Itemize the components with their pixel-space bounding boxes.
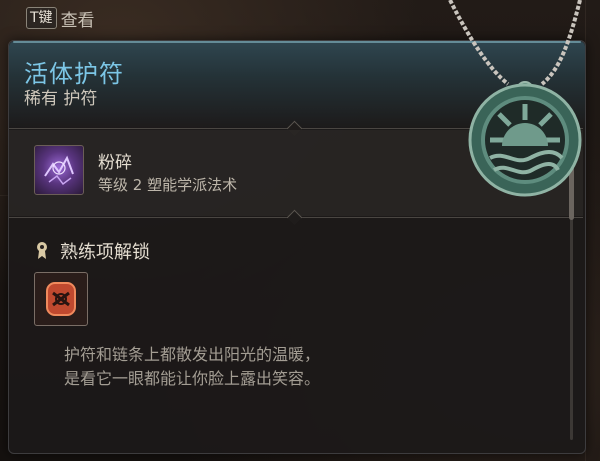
keyboard-key-badge: T键 [26,7,57,29]
amulet-artwork [448,0,582,197]
shatter-spell-icon[interactable] [34,145,84,195]
inspect-hint-label: 查看 [60,10,95,31]
proficiency-unlock-icon [34,240,50,260]
spell-name: 粉碎 [98,153,132,173]
background-frame-line [0,195,8,196]
flavor-fade [330,340,450,400]
item-rarity: 稀有 护符 [24,89,98,109]
proficiency-rune-icon[interactable] [34,272,88,326]
spell-level-school: 等级 2 塑能学派法术 [98,176,238,194]
inspect-hint[interactable]: T键 查看 [26,6,95,31]
proficiency-unlock-title: 熟练项解锁 [60,242,150,263]
